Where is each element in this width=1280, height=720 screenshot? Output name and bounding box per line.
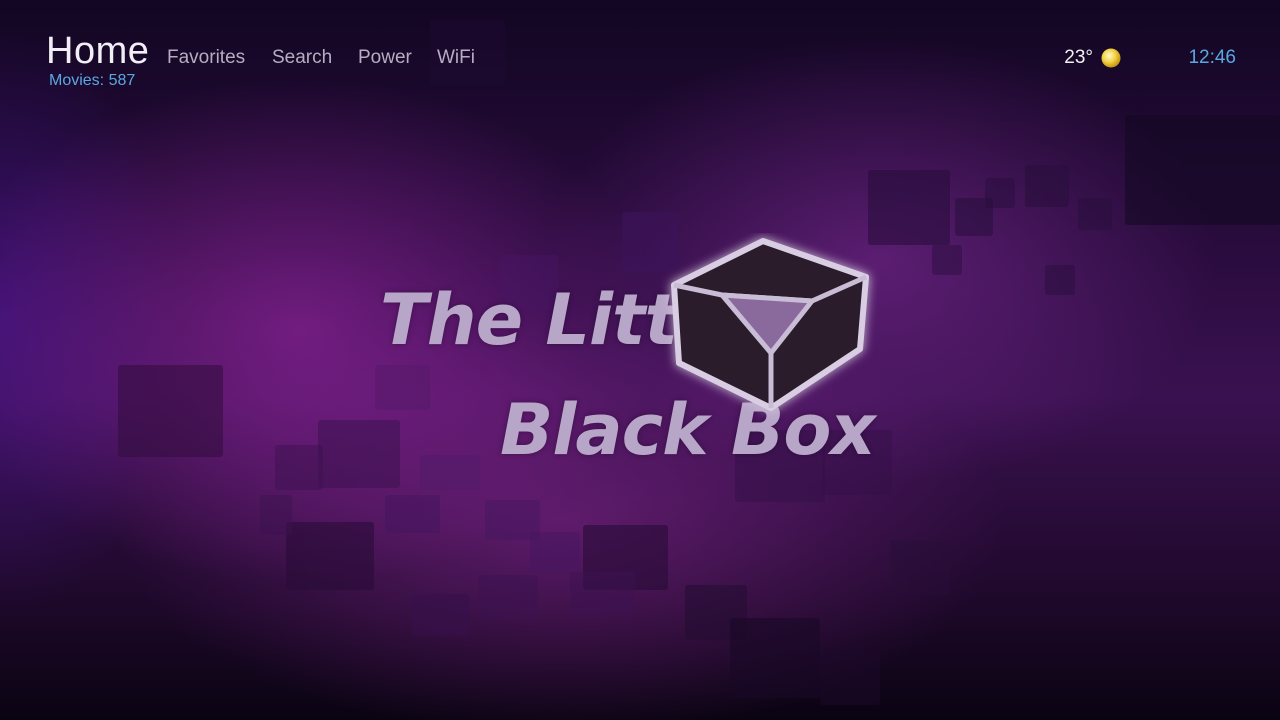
background-cube	[932, 245, 962, 275]
background-cube	[985, 178, 1015, 208]
background-cube	[820, 650, 880, 705]
background-cube	[385, 495, 440, 533]
background-cube	[730, 618, 820, 698]
clock: 12:46	[1188, 47, 1236, 68]
background-cube	[1125, 115, 1280, 225]
top-bar: Home Movies: 587 Favorites Search Power …	[0, 0, 1280, 100]
nav-power[interactable]: Power	[358, 47, 412, 69]
background-cube	[890, 540, 950, 595]
movies-count: Movies: 587	[49, 72, 136, 89]
background-cube	[260, 495, 292, 535]
temperature: 23°	[1064, 47, 1093, 68]
background-cube	[478, 575, 538, 620]
page-title: Home	[46, 30, 150, 72]
nav-favorites[interactable]: Favorites	[167, 47, 245, 69]
background-cube	[1000, 100, 1022, 122]
sun-icon	[1101, 48, 1121, 68]
background-cube	[118, 365, 223, 457]
background-cube	[1025, 165, 1069, 207]
status-area: 23° 12:46	[836, 46, 1236, 70]
background-cube	[1078, 198, 1112, 230]
background-cube	[286, 522, 374, 590]
logo: The Little Black Box	[370, 225, 890, 495]
background-cube	[275, 445, 323, 490]
background-cube	[570, 572, 635, 617]
nav-search[interactable]: Search	[272, 47, 332, 69]
background-cube	[412, 594, 470, 636]
box-icon	[671, 238, 869, 411]
background-cube	[530, 532, 580, 572]
nav-wifi[interactable]: WiFi	[437, 47, 475, 69]
background-cube	[1045, 265, 1075, 295]
